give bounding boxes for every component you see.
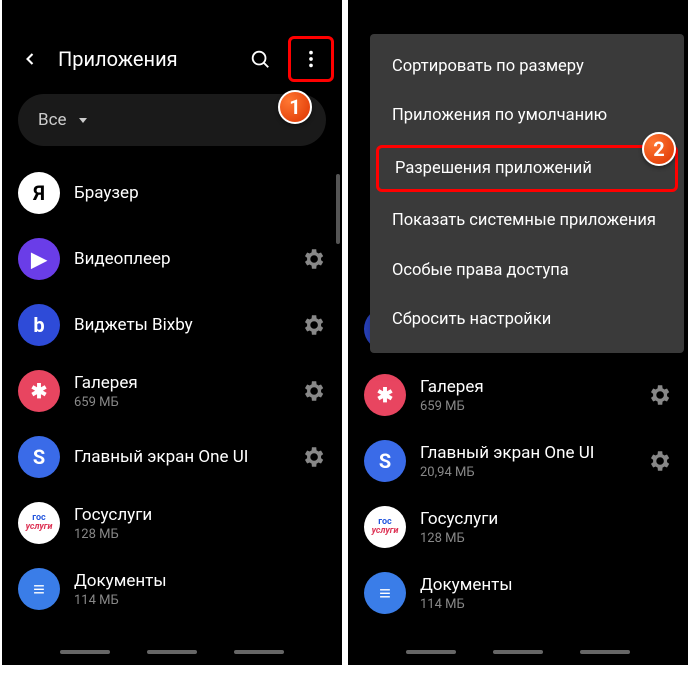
app-row[interactable]: ≡ Документы114 МБ xyxy=(356,560,680,626)
app-row[interactable]: b Виджеты Bixby xyxy=(10,292,334,358)
right-screen: bВиджеты Bixby15,89 МБ✱Галерея659 МБSГла… xyxy=(348,0,688,665)
app-name: Главный экран One UI xyxy=(420,442,632,464)
app-name: Браузер xyxy=(74,182,326,204)
app-name: Документы xyxy=(420,574,672,596)
app-size: 128 МБ xyxy=(74,527,326,542)
app-text: Галерея659 МБ xyxy=(74,372,286,410)
status-bar xyxy=(2,0,342,32)
app-text: Главный экран One UI xyxy=(74,446,286,468)
app-icon: Я xyxy=(18,172,60,214)
app-name: Документы xyxy=(74,570,326,592)
app-size: 114 МБ xyxy=(74,593,326,608)
step-badge-1: 1 xyxy=(278,90,312,124)
app-icon-gosuslugi: госуслуги xyxy=(18,502,60,544)
nav-bar xyxy=(2,639,342,665)
app-row[interactable]: ▶ Видеоплеер xyxy=(10,226,334,292)
app-icon-gosuslugi: госуслуги xyxy=(364,506,406,548)
app-size: 128 МБ xyxy=(420,531,672,546)
gear-icon[interactable] xyxy=(646,448,672,474)
app-row[interactable]: ≡ Документы114 МБ xyxy=(10,556,334,622)
app-text: Документы114 МБ xyxy=(420,574,672,612)
step-badge-2: 2 xyxy=(642,132,676,166)
gear-icon[interactable] xyxy=(300,246,326,272)
app-name: Госуслуги xyxy=(74,504,326,526)
nav-bar xyxy=(348,639,688,665)
menu-item[interactable]: Разрешения приложений xyxy=(376,145,678,192)
app-list-left: Я Браузер ▶ Видеоплеер b Виджеты Bixby ✱ Галере… xyxy=(2,160,342,622)
app-name: Галерея xyxy=(74,372,286,394)
menu-item[interactable]: Сбросить настройки xyxy=(370,295,684,344)
app-name: Видеоплеер xyxy=(74,248,286,270)
page-title: Приложения xyxy=(58,47,232,71)
search-button[interactable] xyxy=(240,39,280,79)
status-bar xyxy=(348,0,688,32)
nav-home[interactable] xyxy=(147,650,197,654)
header: Приложения xyxy=(2,32,342,86)
app-text: Госуслуги128 МБ xyxy=(420,508,672,546)
app-row[interactable]: госуслуги Госуслуги128 МБ xyxy=(10,490,334,556)
app-row[interactable]: ✱ Галерея659 МБ xyxy=(10,358,334,424)
chevron-down-icon xyxy=(77,114,89,126)
menu-item[interactable]: Показать системные приложения xyxy=(370,196,684,245)
app-icon: ▶ xyxy=(18,238,60,280)
overflow-menu: Сортировать по размеруПриложения по умол… xyxy=(370,34,684,353)
app-icon: b xyxy=(18,304,60,346)
app-text: Виджеты Bixby xyxy=(74,314,286,336)
left-screen: Приложения 1 Все Я Браузер ▶ Видеоплеер b Вид… xyxy=(2,0,342,665)
nav-recent[interactable] xyxy=(60,650,110,654)
app-icon: ≡ xyxy=(364,572,406,614)
app-icon: S xyxy=(364,440,406,482)
app-row[interactable]: Я Браузер xyxy=(10,160,334,226)
gear-icon[interactable] xyxy=(300,444,326,470)
app-icon: S xyxy=(18,436,60,478)
app-text: Главный экран One UI20,94 МБ xyxy=(420,442,632,480)
app-name: Главный экран One UI xyxy=(74,446,286,468)
app-size: 659 МБ xyxy=(74,395,286,410)
app-name: Галерея xyxy=(420,376,632,398)
app-row[interactable]: S Главный экран One UI20,94 МБ xyxy=(356,428,680,494)
app-row[interactable]: госуслуги Госуслуги128 МБ xyxy=(356,494,680,560)
scrollbar[interactable] xyxy=(336,174,340,244)
app-name: Госуслуги xyxy=(420,508,672,530)
gear-icon[interactable] xyxy=(300,378,326,404)
nav-back[interactable] xyxy=(234,650,284,654)
menu-item[interactable]: Сортировать по размеру xyxy=(370,42,684,91)
app-icon: ✱ xyxy=(18,370,60,412)
app-text: Документы114 МБ xyxy=(74,570,326,608)
app-text: Госуслуги128 МБ xyxy=(74,504,326,542)
nav-back[interactable] xyxy=(580,650,630,654)
menu-item[interactable]: Приложения по умолчанию xyxy=(370,91,684,140)
back-button[interactable] xyxy=(10,39,50,79)
app-row[interactable]: ✱ Галерея659 МБ xyxy=(356,362,680,428)
app-row[interactable]: S Главный экран One UI xyxy=(10,424,334,490)
gear-icon[interactable] xyxy=(300,312,326,338)
app-size: 659 МБ xyxy=(420,399,632,414)
app-size: 114 МБ xyxy=(420,597,672,612)
app-text: Браузер xyxy=(74,182,326,204)
menu-item[interactable]: Особые права доступа xyxy=(370,246,684,295)
app-text: Видеоплеер xyxy=(74,248,286,270)
app-size: 20,94 МБ xyxy=(420,465,632,480)
app-name: Виджеты Bixby xyxy=(74,314,286,336)
nav-recent[interactable] xyxy=(406,650,456,654)
filter-label: Все xyxy=(38,110,67,130)
app-icon: ✱ xyxy=(364,374,406,416)
more-button[interactable] xyxy=(288,36,334,82)
nav-home[interactable] xyxy=(493,650,543,654)
comparison-container: Приложения 1 Все Я Браузер ▶ Видеоплеер b Вид… xyxy=(0,0,690,675)
gear-icon[interactable] xyxy=(646,382,672,408)
app-icon: ≡ xyxy=(18,568,60,610)
app-text: Галерея659 МБ xyxy=(420,376,632,414)
